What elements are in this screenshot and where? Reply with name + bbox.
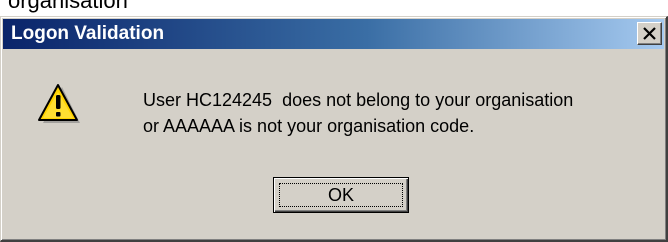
ok-button[interactable]: OK xyxy=(273,177,409,213)
message-line-2: or AAAAAA is not your organisation code. xyxy=(143,116,475,136)
warning-icon xyxy=(38,84,80,123)
background-text-fragment: organisation xyxy=(8,0,128,13)
title-bar[interactable]: Logon Validation xyxy=(3,19,664,49)
logon-validation-dialog: Logon Validation User HC124245 does not … xyxy=(0,16,668,242)
ok-button-label: OK xyxy=(327,185,354,205)
message-line-1: User HC124245 does not belong to your or… xyxy=(143,90,574,110)
error-message: User HC124245 does not belong to your or… xyxy=(143,87,573,139)
background-text-strip: organisation xyxy=(0,0,668,16)
close-icon xyxy=(643,27,656,40)
dialog-title: Logon Validation xyxy=(11,23,165,44)
close-button[interactable] xyxy=(637,22,662,45)
